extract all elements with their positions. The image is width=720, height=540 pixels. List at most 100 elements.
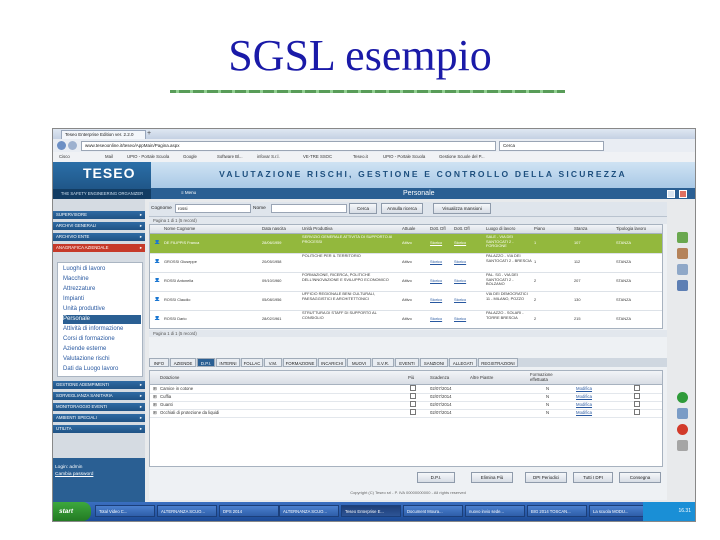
browser-tab[interactable]: Teseo Enterprise Edition ver. 2.2.0 [61, 130, 146, 139]
modifica-link[interactable]: Modifica [576, 409, 592, 417]
bookmark-item[interactable]: Teseo.it [353, 153, 368, 161]
taskbar-item[interactable]: DPS 2014 [219, 505, 279, 517]
confirm-icon[interactable] [677, 392, 688, 403]
sidebar-group[interactable]: AMBIENTI SPECIALI ▸ [53, 414, 145, 422]
checkbox[interactable] [410, 409, 416, 415]
grid-column-header[interactable]: Attuale [402, 225, 415, 233]
bookmark-item[interactable]: Cisco [59, 153, 70, 161]
taskbar-item[interactable]: ALTERNANZA SCUO... [279, 505, 339, 517]
tab-registrazioni[interactable]: REGISTRAZIONI [478, 358, 518, 367]
sidebar-group[interactable]: UTILITA ▸ [53, 425, 145, 433]
sidebar-group[interactable]: ANAGRAFICA AZIENDALE ▸ [53, 244, 145, 252]
tab-follac[interactable]: FOLLAC [241, 358, 263, 367]
table-row[interactable]: ⊞ Occhiali di protezione da liquidi 02/07/… [150, 409, 662, 418]
grid-column-header[interactable]: Dott. Dfl [430, 225, 446, 233]
bookmark-item[interactable]: Gestione Scuole del P... [439, 153, 485, 161]
pager-bottom[interactable]: Pagina 1 di 1 (5 record) [149, 330, 667, 337]
tab-v-m[interactable]: V.M. [264, 358, 282, 367]
taskbar-item[interactable]: nuovo invio sede... [465, 505, 525, 517]
submenu-item[interactable]: Impianti [63, 295, 141, 304]
new-tab-icon[interactable]: + [147, 130, 151, 138]
expand-icon[interactable]: ⊞ [153, 385, 157, 393]
sidebar-group[interactable]: ARCHIVI GENERALI ▸ [53, 222, 145, 230]
grid-column-header[interactable]: Tipologia lavoro [616, 225, 646, 233]
sidebar-group[interactable]: SORVEGLIANZA SANITARIA ▸ [53, 392, 145, 400]
submenu-item[interactable]: Personale [63, 315, 141, 324]
action-button[interactable]: Elimina Più [471, 472, 513, 483]
delete-icon[interactable] [677, 424, 688, 435]
taskbar-item[interactable]: La scuola MODU... [589, 505, 649, 517]
tab-d-p-i[interactable]: D.P.I. [197, 358, 215, 367]
taskbar-item[interactable]: Teseo Enterprise E... [341, 505, 401, 517]
cognome-input[interactable]: rossi [175, 204, 251, 213]
grid-column-header[interactable]: Piano [534, 225, 545, 233]
table-cell[interactable]: Storico [430, 317, 452, 328]
bookmark-item[interactable]: Software Bl... [217, 153, 243, 161]
forward-icon[interactable] [68, 141, 77, 150]
edit-icon[interactable] [677, 408, 688, 419]
tools-icon[interactable] [677, 440, 688, 451]
bookmark-item[interactable]: infovar S.r.l. [257, 153, 280, 161]
expand-icon[interactable]: ⊞ [153, 401, 157, 409]
action-button[interactable]: D.P.I. [417, 472, 455, 483]
table-row[interactable]: 👤 GROSSI Giuseppe 20/05/1958 POLITICHE PER … [150, 253, 662, 273]
checkbox[interactable] [634, 385, 640, 391]
folder-icon[interactable] [677, 248, 688, 259]
refresh-icon[interactable] [677, 232, 688, 243]
bookmark-item[interactable]: Google [183, 153, 197, 161]
grid-column-header[interactable]: Dotazione [160, 375, 210, 380]
tab-allegati[interactable]: ALLEGATI [449, 358, 477, 367]
nome-input[interactable] [271, 204, 347, 213]
tab-s-v-r[interactable]: S.V.R. [372, 358, 394, 367]
submenu-item[interactable]: Corsi di formazione [63, 335, 141, 344]
document-icon[interactable] [677, 264, 688, 275]
grid-column-header[interactable]: Formazione effettuata [530, 372, 570, 382]
grid-column-header[interactable]: Stanza [574, 225, 587, 233]
checkbox[interactable] [410, 393, 416, 399]
submenu-item[interactable]: Valutazione rischi [63, 355, 141, 364]
modifica-link[interactable]: Modifica [576, 385, 592, 393]
modifica-link[interactable]: Modifica [576, 393, 592, 401]
submenu-item[interactable]: Aziende esterne [63, 345, 141, 354]
table-cell[interactable]: Storico [454, 317, 482, 328]
table-row[interactable]: 👤 ROSSI Claudio 05/08/1956 UFFICIO REGIONAL… [150, 291, 662, 311]
table-row[interactable]: 👤 DE FILIPPIS Franca 28/06/1959 SERVIZIO GE… [150, 234, 662, 254]
sidebar-group[interactable]: ARCHIVIO ENTE ▸ [53, 233, 145, 241]
submenu-item[interactable]: Luoghi di lavoro [63, 265, 141, 274]
bookmark-item[interactable]: Mail [105, 153, 113, 161]
bookmark-item[interactable]: VE-TRE SSOC [303, 153, 332, 161]
sidebar-group[interactable]: SUPERVISORE ▸ [53, 211, 145, 219]
tab-aziende[interactable]: AZIENDE [170, 358, 196, 367]
grid-column-header[interactable]: Altre Piastre [470, 375, 520, 380]
table-row[interactable]: 👤 ROSSI Dario 28/02/1961 STRUTTURA DI STAFF… [150, 310, 662, 328]
start-button[interactable]: start [53, 502, 91, 521]
submenu-item[interactable]: Attività di informazione [63, 325, 141, 334]
tab-incarichi[interactable]: INCARICHI [318, 358, 346, 367]
taskbar-item[interactable]: Total Video C... [95, 505, 155, 517]
tab-sanzioni[interactable]: SANZIONI [420, 358, 448, 367]
submenu-item[interactable]: Attrezzature [63, 285, 141, 294]
change-password-link[interactable]: Cambia password [55, 471, 143, 478]
back-icon[interactable] [57, 141, 66, 150]
annulla-ricerca-button[interactable]: Annulla ricerca [381, 203, 423, 214]
menu-toggle[interactable]: ≡ Menu [181, 189, 229, 197]
pager-top[interactable]: Pagina 1 di 1 (5 record) [149, 217, 667, 224]
checkbox[interactable] [634, 393, 640, 399]
url-input[interactable]: www.teseoonline.it/teseo/AppMain/Pagina.… [81, 141, 496, 151]
modifica-link[interactable]: Modifica [576, 401, 592, 409]
close-icon[interactable] [679, 190, 687, 198]
grid-column-header[interactable]: Unità Produttiva [302, 225, 333, 233]
sidebar-group[interactable]: GESTIONE ADEMPIMENTI ▸ [53, 381, 145, 389]
table-row[interactable]: 👤 ROSSI Antonella 09/10/1960 FORMAZIONE, RI… [150, 272, 662, 292]
grid-column-header[interactable]: Nome Cognome [164, 225, 195, 233]
action-button[interactable]: Consegna [619, 472, 661, 483]
expand-icon[interactable]: ⊞ [153, 409, 157, 417]
action-button[interactable]: Tutti I DPI [573, 472, 613, 483]
checkbox[interactable] [634, 409, 640, 415]
taskbar-item[interactable]: Document Moura... [403, 505, 463, 517]
taskbar-item[interactable]: ALTERNANZA SCUO... [157, 505, 217, 517]
expand-icon[interactable]: ⊞ [153, 393, 157, 401]
tab-info[interactable]: INFO [149, 358, 169, 367]
trash-icon[interactable] [677, 280, 688, 291]
action-button[interactable]: DPI Periodici [525, 472, 567, 483]
